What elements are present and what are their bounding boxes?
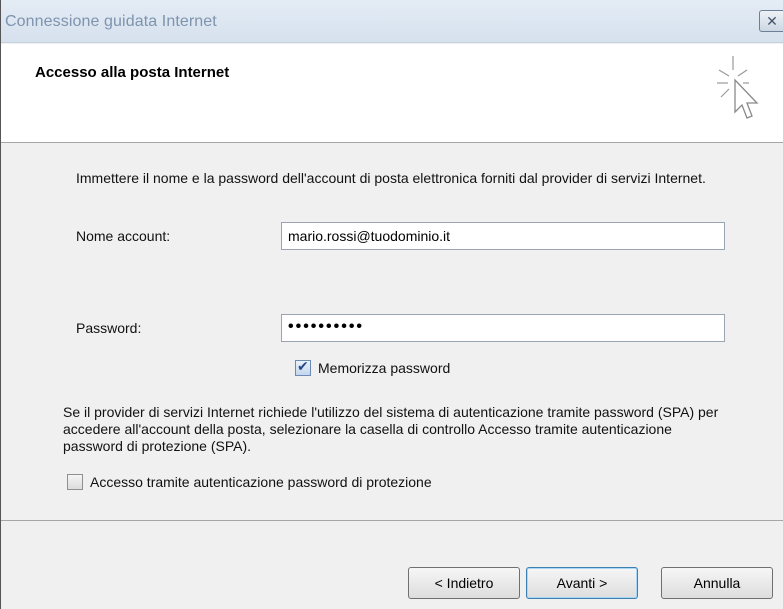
close-button[interactable]: ✕ [759, 10, 783, 32]
close-icon: ✕ [766, 13, 778, 29]
remember-password-label[interactable]: Memorizza password [318, 360, 450, 377]
spa-label[interactable]: Accesso tramite autenticazione password … [90, 474, 432, 491]
password-input[interactable]: •••••••••• [281, 314, 725, 342]
account-name-input[interactable]: mario.rossi@tuodominio.it [281, 222, 725, 250]
wizard-window: Connessione guidata Internet ✕ Accesso a… [0, 0, 783, 609]
title-bar: Connessione guidata Internet ✕ [1, 0, 783, 43]
window-title: Connessione guidata Internet [5, 13, 217, 30]
password-label: Password: [76, 320, 142, 336]
wizard-cursor-icon [717, 56, 759, 119]
back-button[interactable]: < Indietro [408, 567, 520, 599]
cancel-button[interactable]: Annulla [661, 567, 773, 599]
account-label: Nome account: [76, 228, 171, 244]
footer-divider [1, 520, 783, 521]
next-button[interactable]: Avanti > [526, 567, 638, 599]
wizard-header: Accesso alla posta Internet [1, 44, 783, 143]
spa-checkbox[interactable] [67, 474, 83, 490]
remember-password-checkbox[interactable] [295, 358, 311, 376]
intro-text: Immettere il nome e la password dell'acc… [76, 170, 706, 186]
spa-info-text: Se il provider di servizi Internet richi… [63, 404, 719, 454]
page-title: Accesso alla posta Internet [35, 64, 230, 81]
